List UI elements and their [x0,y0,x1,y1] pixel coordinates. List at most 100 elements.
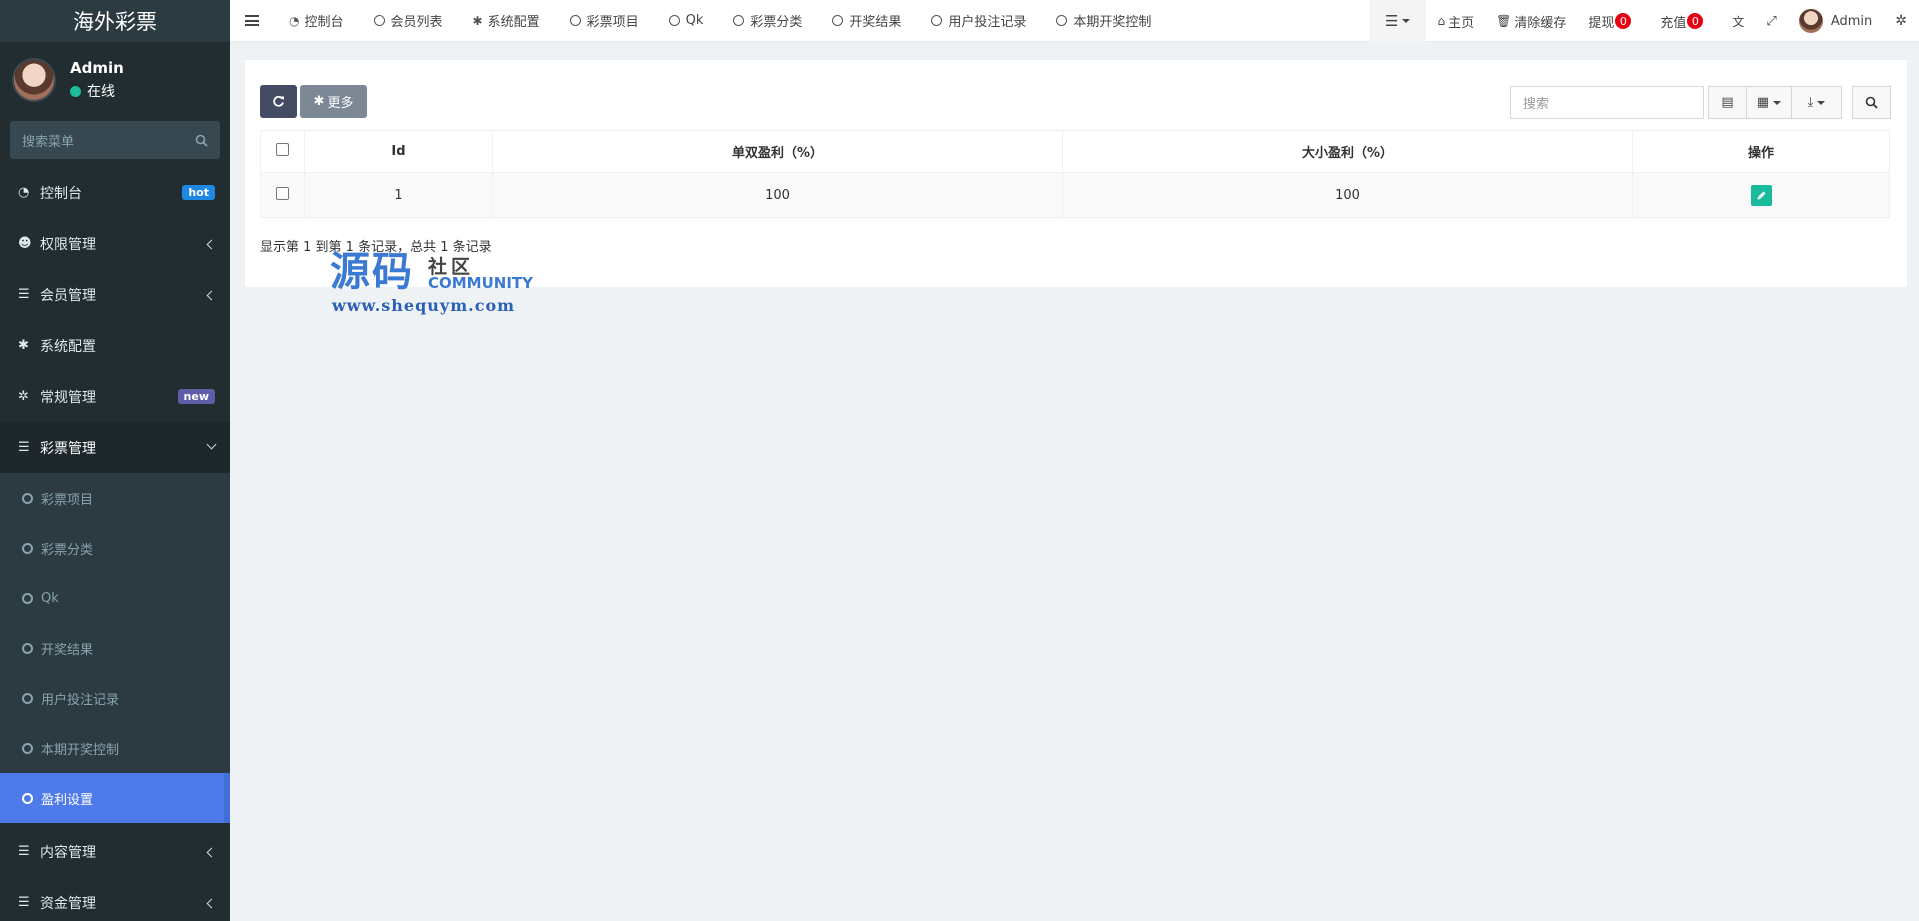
avatar [1798,9,1823,33]
column-header-odd-even-profit[interactable]: 单双盈利（%） [492,130,1063,173]
column-header-big-small-profit[interactable]: 大小盈利（%） [1062,130,1633,173]
recharge-label: 充值 [1660,15,1687,31]
tab-draw-results[interactable]: 开奖结果 [817,0,916,42]
list-icon: ☰ [1385,12,1399,30]
sidebar-subitem-lottery-items[interactable]: 彩票项目 [0,473,230,523]
tab-label: 用户投注记录 [948,15,1027,30]
circle-icon [733,15,745,26]
tabs-dropdown-button[interactable]: ☰ [1369,0,1427,42]
sidebar-subitem-lottery-category[interactable]: 彩票分类 [0,523,230,573]
circle-icon [22,742,33,754]
select-all-cell [260,130,305,173]
columns-button[interactable]: ▦ [1746,86,1792,119]
cell-big-small-profit: 100 [1062,172,1633,218]
hot-badge: hot [182,185,215,200]
row-select-cell [260,172,305,218]
gears-icon: ✲ [1895,13,1907,29]
chevron-left-icon [206,290,217,300]
row-checkbox[interactable] [276,186,289,200]
tab-dashboard[interactable]: ◔ 控制台 [274,0,359,42]
tab-system-config[interactable]: ✱ 系统配置 [458,0,555,42]
table-search-placeholder: 搜索 [1523,97,1550,112]
table-search-input[interactable]: 搜索 [1510,86,1704,119]
watermark-community-text: COMMUNITY [428,274,534,292]
download-icon: ⤓ [1807,95,1814,110]
sidebar-subitem-bet-records[interactable]: 用户投注记录 [0,673,230,723]
cell-actions [1632,172,1890,218]
admin-label: Admin [1830,13,1873,29]
home-icon: ⌂ [1437,14,1446,28]
list-icon: ☰ [18,287,30,302]
brand-logo[interactable]: 海外彩票 [0,0,230,42]
clear-cache-button[interactable]: 🗑 清除缓存 [1485,0,1577,42]
tab-lottery-category[interactable]: 彩票分类 [718,0,817,42]
tab-draw-control[interactable]: 本期开奖控制 [1041,0,1166,42]
more-button[interactable]: ✱ 更多 [300,85,367,118]
recharge-count-badge: 0 [1687,13,1704,29]
tab-qk[interactable]: Qk [654,0,719,42]
refresh-icon [273,95,284,107]
export-button[interactable]: ⤓ [1791,86,1842,119]
user-panel: Admin 在线 [0,42,230,118]
sidebar-item-label: 权限管理 [40,236,96,253]
tab-label: 会员列表 [390,15,443,30]
fullscreen-icon: ⤢ [1766,13,1777,29]
sidebar-subitem-qk[interactable]: Qk [0,573,230,623]
sidebar-search-input[interactable]: 搜索菜单 [10,121,220,159]
list-icon: ☰ [18,440,30,455]
tab-lottery-items[interactable]: 彩票项目 [555,0,654,42]
sidebar-search-placeholder: 搜索菜单 [22,134,75,150]
gear-icon: ✱ [472,13,483,28]
online-dot-icon [70,85,81,97]
watermark-url: www.shequym.com [332,296,516,315]
subitem-label: 开奖结果 [41,642,94,658]
sidebar-item-general[interactable]: ✲ 常规管理 new [0,371,230,422]
column-header-id[interactable]: Id [304,130,493,173]
sidebar-item-permissions[interactable]: ☻ 权限管理 [0,218,230,269]
refresh-button[interactable] [260,85,297,118]
sidebar-subitem-profit-settings[interactable]: 盈利设置 [0,773,230,823]
tab-label: 彩票分类 [750,15,803,30]
fullscreen-button[interactable]: ⤢ [1755,0,1787,42]
subitem-label: 盈利设置 [41,792,94,808]
gear-icon: ✱ [313,94,325,109]
data-table: Id 单双盈利（%） 大小盈利（%） 操作 1 100 100 [260,130,1890,218]
lottery-submenu: 彩票项目 彩票分类 Qk 开奖结果 用户投注记录 本期开奖控制 盈利设置 [0,473,230,823]
select-all-checkbox[interactable] [276,143,289,156]
admin-menu[interactable]: Admin [1788,0,1883,42]
circle-icon [22,492,33,504]
list-alt-icon: ▤ [1721,95,1734,110]
toggle-view-button[interactable]: ▤ [1708,86,1747,119]
tab-member-list[interactable]: 会员列表 [359,0,458,42]
sidebar-subitem-draw-results[interactable]: 开奖结果 [0,623,230,673]
sidebar-item-lottery[interactable]: ☰ 彩票管理 [0,422,230,473]
sidebar-item-label: 彩票管理 [40,440,96,457]
topbar: ◔ 控制台 会员列表 ✱ 系统配置 彩票项目 Qk 彩票分类 开奖结果 用户投注记录… [230,0,1919,42]
chevron-left-icon [206,847,217,857]
recharge-link[interactable]: 充值 0 [1649,0,1721,42]
language-button[interactable]: ⽂ [1721,0,1755,42]
circle-icon [832,15,844,26]
sidebar-item-system-config[interactable]: ✱ 系统配置 [0,320,230,371]
sidebar-item-members[interactable]: ☰ 会员管理 [0,269,230,320]
grid-icon: ▦ [1756,95,1770,110]
user-status: 在线 [70,81,124,101]
search-icon[interactable] [195,134,208,147]
search-button[interactable] [1852,86,1891,119]
sidebar-item-funds[interactable]: ☰ 资金管理 [0,877,230,921]
caret-down-icon [1773,100,1782,105]
withdraw-link[interactable]: 提现 0 [1577,0,1649,42]
home-link[interactable]: ⌂ 主页 [1426,0,1485,42]
home-label: 主页 [1448,15,1475,31]
tab-bet-records[interactable]: 用户投注记录 [916,0,1041,42]
settings-button[interactable]: ✲ [1883,0,1919,42]
edit-button[interactable] [1750,184,1772,206]
sidebar-toggle-button[interactable] [230,15,274,26]
sidebar-subitem-draw-control[interactable]: 本期开奖控制 [0,723,230,773]
sidebar-item-dashboard[interactable]: ◔ 控制台 hot [0,167,230,218]
sidebar-item-content[interactable]: ☰ 内容管理 [0,826,230,877]
subitem-label: 用户投注记录 [41,692,120,708]
table-options-group: ▤ ▦ ⤓ [1708,86,1842,119]
sidebar-item-label: 内容管理 [40,844,96,861]
dashboard-icon: ◔ [289,13,300,28]
